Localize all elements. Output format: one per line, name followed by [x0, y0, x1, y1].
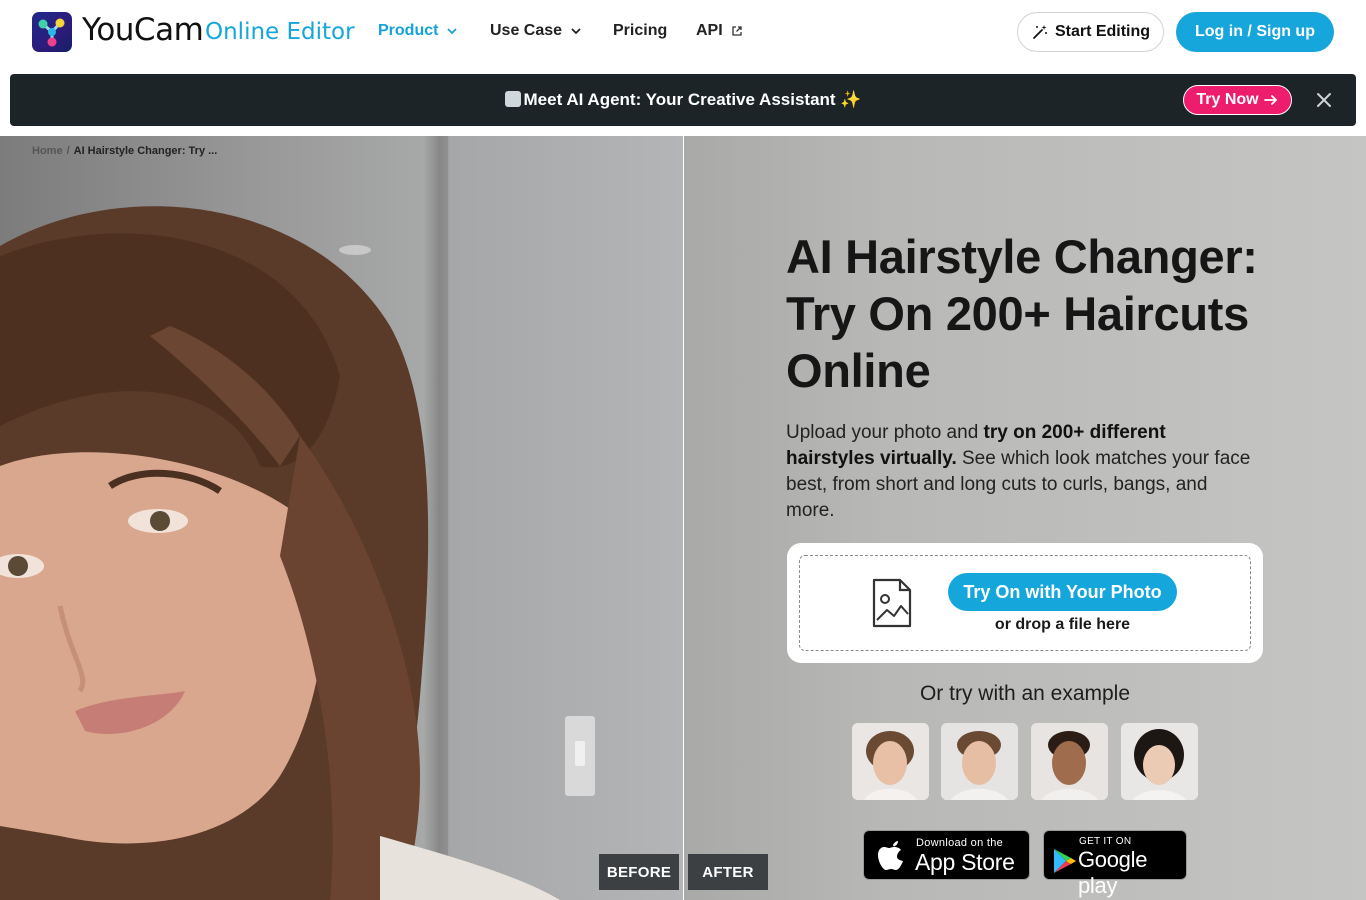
magic-wand-icon	[1033, 25, 1047, 39]
hero-section: Home / AI Hairstyle Changer: Try ... BEF…	[0, 136, 1366, 900]
youcam-logo-icon[interactable]	[32, 12, 72, 52]
before-label: BEFORE	[599, 854, 679, 890]
file-drop-zone[interactable]: Try On with Your Photo or drop a file he…	[799, 555, 1251, 651]
breadcrumb-current: AI Hairstyle Changer: Try ...	[73, 145, 218, 157]
example-photo-4[interactable]	[1121, 723, 1198, 800]
banner-message[interactable]: Meet AI Agent: Your Creative Assistant ✨	[10, 90, 1356, 110]
upload-card: Try On with Your Photo or drop a file he…	[787, 543, 1263, 663]
app-store-badge[interactable]: Download on the App Store	[863, 830, 1030, 880]
nav-use-case[interactable]: Use Case	[490, 22, 582, 40]
start-editing-button[interactable]: Start Editing	[1017, 12, 1164, 52]
try-on-with-photo-button[interactable]: Try On with Your Photo	[948, 573, 1177, 611]
google-play-small-text: GET IT ON	[1079, 836, 1132, 847]
before-photo: Home / AI Hairstyle Changer: Try ...	[0, 136, 683, 900]
google-play-badge[interactable]: GET IT ON Google play	[1043, 830, 1187, 898]
example-face-image	[852, 723, 929, 800]
top-header: YouCam Online Editor Product Use Case Pr…	[0, 0, 1366, 64]
nav-product-label: Product	[378, 22, 439, 39]
example-face-image	[1121, 723, 1198, 800]
banner-text: Meet AI Agent: Your Creative Assistant ✨	[523, 90, 862, 109]
before-portrait-image	[0, 136, 595, 900]
arrow-right-icon	[1263, 95, 1277, 105]
example-photo-1[interactable]	[852, 723, 929, 800]
apple-icon	[878, 841, 903, 870]
google-play-big-text: Google play	[1078, 847, 1148, 898]
example-heading: Or try with an example	[919, 682, 1131, 705]
after-label: AFTER	[688, 854, 768, 890]
try-now-button[interactable]: Try Now	[1183, 85, 1292, 115]
nav-pricing-label: Pricing	[613, 22, 668, 39]
example-face-image	[941, 723, 1018, 800]
image-file-icon	[872, 578, 912, 628]
example-photo-2[interactable]	[941, 723, 1018, 800]
brand-subtitle[interactable]: Online Editor	[205, 19, 355, 45]
chevron-down-icon	[571, 28, 581, 35]
app-store-big-text: App Store	[915, 849, 1015, 875]
ai-agent-icon	[504, 91, 521, 107]
nav-pricing[interactable]: Pricing	[613, 22, 667, 40]
start-editing-label: Start Editing	[1054, 23, 1151, 40]
nav-api[interactable]: API	[696, 22, 743, 40]
page-title: AI Hairstyle Changer: Try On 200+ Haircu…	[786, 230, 1258, 397]
hero-description: Upload your photo and try on 200+ differ…	[786, 420, 1256, 524]
nav-use-case-label: Use Case	[490, 22, 563, 39]
close-icon[interactable]	[1314, 90, 1334, 110]
example-photo-3[interactable]	[1031, 723, 1108, 800]
brand-name[interactable]: YouCam	[82, 12, 204, 48]
compare-divider[interactable]	[683, 136, 684, 900]
breadcrumb-separator: /	[66, 145, 70, 157]
drop-file-hint: or drop a file here	[994, 616, 1131, 633]
app-store-small-text: Download on the	[916, 837, 1004, 849]
google-play-icon	[1054, 849, 1076, 873]
nav-product[interactable]: Product	[378, 22, 458, 40]
try-now-label: Try Now	[1196, 91, 1259, 108]
example-face-image	[1031, 723, 1108, 800]
desc-part-1: Upload your photo and	[786, 422, 984, 443]
announcement-banner: Meet AI Agent: Your Creative Assistant ✨…	[10, 74, 1356, 126]
external-link-icon	[732, 26, 742, 36]
breadcrumb: Home / AI Hairstyle Changer: Try ...	[32, 145, 217, 157]
login-signup-button[interactable]: Log in / Sign up	[1176, 12, 1334, 52]
chevron-down-icon	[447, 28, 458, 35]
breadcrumb-home[interactable]: Home	[32, 145, 63, 157]
nav-api-label: API	[696, 22, 723, 39]
